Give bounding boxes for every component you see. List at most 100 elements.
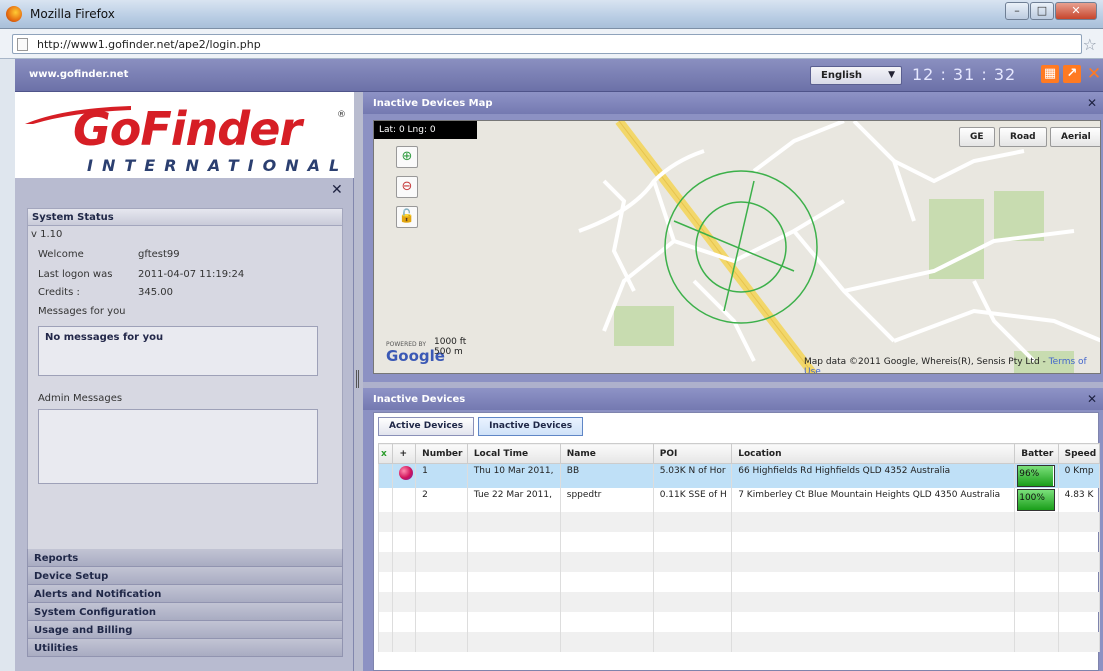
row-battery-cell: 100% — [1014, 488, 1059, 512]
table-header: x + Number Local Time Name POI Location … — [377, 443, 1101, 464]
col-number[interactable]: Number — [415, 443, 468, 464]
map-tab-road[interactable]: Road — [999, 127, 1047, 147]
col-speed[interactable]: Speed — [1057, 443, 1101, 464]
close-map-icon[interactable]: ✕ — [1087, 96, 1097, 110]
lock-icon[interactable]: 🔓 — [396, 206, 418, 228]
logo-brand: GoFinder — [73, 102, 302, 156]
row-cell — [377, 488, 394, 512]
header-icons: ▦ ↗ ✕ — [1041, 65, 1103, 83]
table-row — [377, 572, 1101, 592]
row-location: 7 Kimberley Ct Blue Mountain Heights QLD… — [731, 488, 1016, 512]
table-row[interactable]: 1 Thu 10 Mar 2011, BB 5.03K N of Hor 66 … — [377, 463, 1101, 488]
row-battery-cell: 96% — [1014, 463, 1059, 488]
firefox-icon — [6, 6, 22, 22]
col-local-time[interactable]: Local Time — [466, 443, 561, 464]
close-window-button[interactable]: ✕ — [1055, 2, 1097, 20]
version-label: v 1.10 — [31, 229, 63, 240]
system-status-title[interactable]: System Status — [28, 209, 342, 226]
devices-panel: Inactive Devices ✕ Active Devices Inacti… — [363, 388, 1103, 671]
tab-inactive-devices[interactable]: Inactive Devices — [478, 417, 584, 436]
admin-messages-box — [38, 409, 318, 484]
menu-item-usage-billing[interactable]: Usage and Billing — [27, 621, 343, 639]
credits-label: Credits : — [38, 287, 80, 298]
close-devices-icon[interactable]: ✕ — [1087, 392, 1097, 406]
splitter-grip-icon[interactable] — [356, 370, 359, 388]
row-cell[interactable] — [392, 488, 417, 512]
address-url[interactable]: http://www1.gofinder.net/ape2/login.php — [37, 38, 261, 51]
row-time: Tue 22 Mar 2011, — [466, 488, 561, 512]
zoom-in-button[interactable]: ⊕ — [396, 146, 418, 168]
site-name: www.gofinder.net — [29, 69, 129, 80]
messages-label: Messages for you — [38, 306, 126, 317]
admin-messages-label: Admin Messages — [38, 393, 123, 404]
scale-ft: 1000 ft — [434, 337, 467, 347]
minimize-button[interactable]: – — [1005, 2, 1029, 20]
map-panel-header: Inactive Devices Map ✕ — [363, 92, 1103, 114]
battery-text: 100% — [1019, 493, 1045, 503]
row-poi: 5.03K N of Hor — [652, 463, 733, 488]
battery-gauge: 100% — [1017, 489, 1056, 511]
bookmark-star-icon[interactable]: ☆ — [1083, 35, 1097, 54]
gofinder-logo: GoFinder ® INTERNATIONAL — [15, 92, 354, 178]
language-select[interactable]: English ▼ — [810, 66, 902, 85]
devices-content: Active Devices Inactive Devices x + Numb… — [373, 412, 1101, 671]
app-header: www.gofinder.net English ▼ 12 : 31 : 32 … — [15, 59, 1103, 92]
device-tabs: Active Devices Inactive Devices — [378, 417, 584, 436]
menu-item-system-configuration[interactable]: System Configuration — [27, 603, 343, 621]
menu-item-alerts[interactable]: Alerts and Notification — [27, 585, 343, 603]
page-icon — [17, 38, 28, 51]
menu-item-device-setup[interactable]: Device Setup — [27, 567, 343, 585]
welcome-value: gftest99 — [138, 249, 180, 260]
map-credit-text: Map data ©2011 Google, Whereis(R), Sensi… — [804, 357, 1049, 367]
browser-titlebar: Mozilla Firefox – □ ✕ — [0, 0, 1103, 29]
maximize-button[interactable]: □ — [1030, 2, 1054, 20]
chevron-down-icon: ▼ — [888, 70, 895, 80]
menu-item-utilities[interactable]: Utilities — [27, 639, 343, 657]
table-row — [377, 552, 1101, 572]
table-row — [377, 632, 1101, 652]
menu-item-reports[interactable]: Reports — [27, 549, 343, 567]
close-icon[interactable]: ✕ — [1085, 65, 1103, 83]
table-row — [377, 532, 1101, 552]
devices-panel-header: Inactive Devices ✕ — [363, 388, 1103, 410]
map-panel-title: Inactive Devices Map — [373, 98, 493, 109]
map-tab-ge[interactable]: GE — [959, 127, 995, 147]
clock: 12 : 31 : 32 — [912, 65, 1017, 84]
row-speed: 4.83 K — [1057, 488, 1101, 512]
popout-icon[interactable]: ↗ — [1063, 65, 1081, 83]
zoom-out-button[interactable]: ⊖ — [396, 176, 418, 198]
tab-active-devices[interactable]: Active Devices — [378, 417, 475, 436]
devices-panel-title: Inactive Devices — [373, 394, 466, 405]
col-location[interactable]: Location — [731, 443, 1016, 464]
close-panel-icon[interactable]: ✕ — [331, 182, 343, 198]
row-number: 1 — [415, 463, 468, 488]
row-location: 66 Highfields Rd Highfields QLD 4352 Aus… — [731, 463, 1016, 488]
col-select-icon[interactable]: x — [377, 443, 394, 464]
table-row — [377, 512, 1101, 532]
address-bar[interactable]: http://www1.gofinder.net/ape2/login.php — [12, 34, 1082, 54]
messages-text: No messages for you — [45, 332, 164, 343]
logo-tagline: INTERNATIONAL — [87, 156, 349, 175]
col-name[interactable]: Name — [559, 443, 654, 464]
map-panel: Inactive Devices Map ✕ Lat: 0 Lng: 0 ⊕ ⊖… — [363, 92, 1103, 382]
col-expand[interactable]: + — [392, 443, 417, 464]
vertical-splitter[interactable] — [354, 92, 363, 671]
messages-box: No messages for you — [38, 326, 318, 376]
battery-gauge: 96% — [1017, 465, 1056, 487]
welcome-label: Welcome — [38, 249, 84, 260]
battery-text: 96% — [1019, 469, 1040, 479]
map-credit: Map data ©2011 Google, Whereis(R), Sensi… — [804, 357, 1100, 373]
row-name: sppedtr — [559, 488, 654, 512]
language-value: English — [821, 70, 863, 81]
last-logon-label: Last logon was — [38, 269, 113, 280]
row-number: 2 — [415, 488, 468, 512]
col-poi[interactable]: POI — [652, 443, 733, 464]
row-cell[interactable] — [392, 463, 417, 488]
address-bar-area: http://www1.gofinder.net/ape2/login.php … — [0, 29, 1103, 59]
col-battery[interactable]: Batter — [1014, 443, 1059, 464]
map-canvas[interactable]: Lat: 0 Lng: 0 ⊕ ⊖ 🔓 GE Road Aerial POWER… — [373, 120, 1101, 374]
table-row[interactable]: 2 Tue 22 Mar 2011, sppedtr 0.11K SSE of … — [377, 488, 1101, 512]
map-tab-aerial[interactable]: Aerial — [1050, 127, 1100, 147]
layout-icon[interactable]: ▦ — [1041, 65, 1059, 83]
row-time: Thu 10 Mar 2011, — [466, 463, 561, 488]
